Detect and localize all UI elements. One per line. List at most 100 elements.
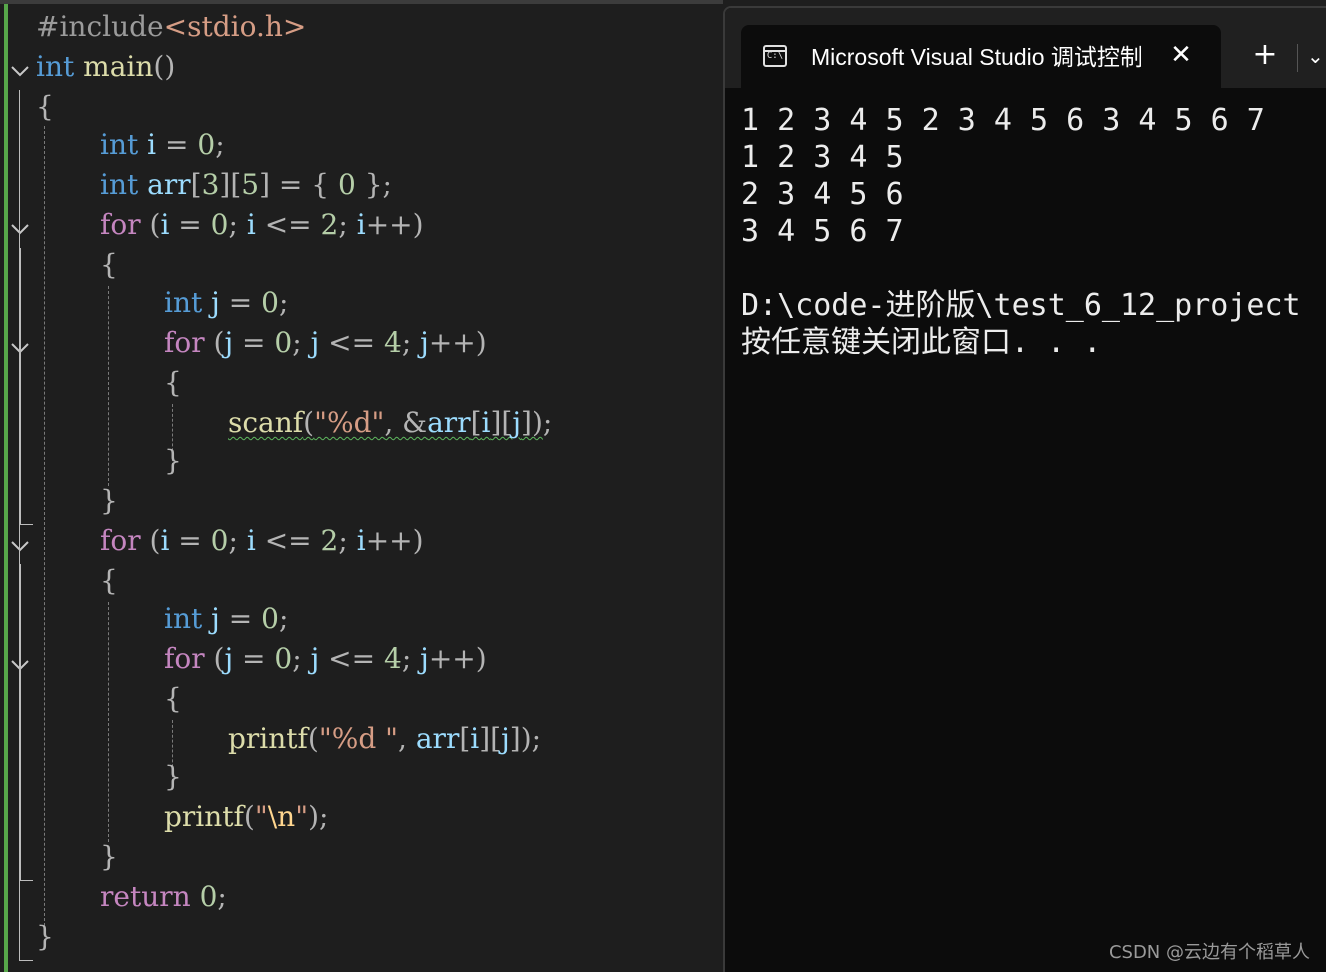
code-line[interactable]: for (j = 0; j <= 4; j++) [164,642,487,676]
code-token: ++) [428,642,487,675]
code-token: = [169,524,211,557]
code-token: 4 [383,642,402,675]
code-token: int [36,50,75,83]
close-tab-button[interactable]: ✕ [1165,39,1197,71]
code-token: i [356,208,366,241]
code-token: ; [338,208,357,241]
code-line[interactable]: int main() [36,50,175,84]
outline-end-main [19,960,33,961]
code-token: ; [338,524,357,557]
code-token: { [100,248,118,281]
code-token: { [36,90,54,123]
code-token: <= [255,524,321,557]
code-token: () [153,50,176,83]
code-token: = [169,208,211,241]
code-token: ]) [521,406,543,439]
code-token: } [164,444,182,477]
code-token: j [420,642,429,675]
code-token: 4 [383,326,402,359]
code-token: ; [401,326,421,359]
code-token: [ [470,406,482,439]
code-token: , & [384,406,428,439]
code-token: ] = { [259,168,338,201]
code-token: return [100,880,191,913]
code-line[interactable]: for (i = 0; i <= 2; i++) [100,524,424,558]
code-line[interactable]: for (j = 0; j <= 4; j++) [164,326,487,360]
code-token: arr [415,722,460,755]
code-token: ( [303,406,315,439]
code-token: for [100,524,141,557]
code-token: " [254,800,268,833]
outline-end-for1 [19,524,33,525]
code-token: 0 [210,524,229,557]
code-line[interactable]: } [100,484,118,518]
code-token: #include [36,10,164,43]
fold-chevron-main-icon[interactable] [10,64,30,78]
code-token: } [36,920,54,953]
code-token: ( [204,642,225,675]
code-line[interactable]: int j = 0; [164,602,288,636]
code-token: ( [140,524,161,557]
code-line[interactable]: { [164,366,182,400]
code-token: ; [228,524,247,557]
code-line[interactable]: } [164,760,182,794]
code-token: int [100,168,139,201]
code-token: int [164,602,203,635]
fold-chevron-for3-icon[interactable] [10,539,30,553]
code-line[interactable]: } [164,444,182,478]
code-token: } [100,484,118,517]
code-line[interactable]: #include<stdio.h> [36,10,306,44]
code-editor[interactable]: #include<stdio.h> int main(){int i = 0; in… [0,0,723,972]
code-token: \n [267,800,296,833]
new-tab-button[interactable]: + [1245,40,1285,72]
code-token: printf [164,800,244,833]
code-token: 2 [320,524,339,557]
code-line[interactable]: } [36,920,54,954]
terminal-tab[interactable]: C:\ Microsoft Visual Studio 调试控制台 ✕ [741,25,1221,88]
code-token: <stdio.h> [163,10,307,43]
code-token: } [164,760,182,793]
code-token: j [310,642,320,675]
terminal-tab-bar: C:\ Microsoft Visual Studio 调试控制台 ✕ + ⌄ [725,8,1326,88]
code-token: 0 [261,286,279,319]
fold-chevron-for1-icon[interactable] [10,222,30,236]
code-line[interactable]: printf("\n"); [164,800,328,834]
code-token: = [219,286,262,319]
code-line[interactable]: return 0; [100,880,227,914]
code-token: ; [401,642,421,675]
code-token: 0 [274,642,293,675]
code-line[interactable]: { [100,564,118,598]
code-token: ++) [428,326,487,359]
code-token: } [100,840,118,873]
outline-line-for3 [19,564,21,880]
code-line[interactable]: { [164,682,182,716]
code-token: <= [319,326,384,359]
code-line[interactable]: for (i = 0; i <= 2; i++) [100,208,424,242]
code-line[interactable]: { [100,248,118,282]
console-output[interactable]: 1 2 3 4 5 2 3 4 5 6 3 4 5 6 71 2 3 4 52 … [741,102,1326,361]
tab-title: Microsoft Visual Studio 调试控制台 [811,44,1141,70]
code-token: j [202,602,220,635]
console-output-line: 按任意键关闭此窗口. . . [741,325,1102,360]
code-line[interactable]: int arr[3][5] = { 0 }; [100,168,392,202]
code-token: arr [138,168,191,201]
code-token: 0 [199,880,218,913]
code-token: 0 [274,326,293,359]
code-token: ); [308,800,329,833]
chevron-down-icon[interactable]: ⌄ [1307,40,1326,72]
code-line[interactable]: int j = 0; [164,286,288,320]
code-line[interactable]: } [100,840,118,874]
code-token: <= [319,642,384,675]
code-token: " [295,800,309,833]
code-token: int [164,286,203,319]
console-icon-label: C:\ [766,51,784,61]
code-line[interactable]: printf("%d ", arr[i][j]); [228,722,541,756]
code-token: = [233,326,275,359]
code-line[interactable]: scanf("%d", &arr[i][j]); [228,406,552,440]
code-line[interactable]: int i = 0; [100,128,225,162]
code-token: i [470,722,480,755]
debug-console-window[interactable]: C:\ Microsoft Visual Studio 调试控制台 ✕ + ⌄ … [723,6,1326,972]
code-line[interactable]: { [36,90,54,124]
code-token: ( [140,208,161,241]
code-token: ; [292,326,311,359]
